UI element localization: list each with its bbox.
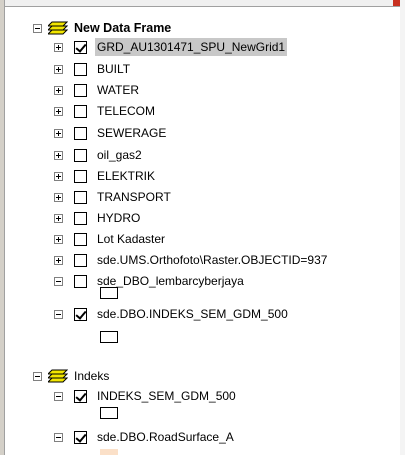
layer-visibility-checkbox[interactable] bbox=[74, 274, 87, 288]
layer-visibility-checkbox[interactable] bbox=[74, 104, 87, 118]
expand-plus-icon[interactable] bbox=[54, 128, 63, 138]
layer-label[interactable]: sde.DBO.RoadSurface_A bbox=[95, 428, 236, 446]
layer-visibility-checkbox[interactable] bbox=[74, 169, 87, 183]
layer-symbol-swatch[interactable] bbox=[100, 287, 118, 299]
data-frame-icon bbox=[48, 369, 68, 383]
layer-symbol-swatch[interactable] bbox=[100, 331, 118, 343]
layer-symbol-swatch[interactable] bbox=[100, 449, 118, 455]
layer-label[interactable]: sde.UMS.Orthofoto\Raster.OBJECTID=937 bbox=[95, 251, 329, 269]
layer-row-telecom[interactable]: TELECOM bbox=[54, 101, 157, 121]
layer-visibility-checkbox[interactable] bbox=[74, 430, 87, 444]
data-frame-new-data-frame[interactable]: New Data Frame bbox=[33, 18, 171, 38]
top-divider bbox=[0, 6, 405, 7]
layer-symbol-swatch[interactable] bbox=[100, 407, 118, 419]
layer-row-orthofoto[interactable]: sde.UMS.Orthofoto\Raster.OBJECTID=937 bbox=[54, 250, 329, 270]
layer-visibility-checkbox[interactable] bbox=[74, 307, 87, 321]
layer-visibility-checkbox[interactable] bbox=[74, 83, 87, 97]
data-frame-icon bbox=[48, 21, 68, 35]
data-frame-label[interactable]: New Data Frame bbox=[74, 21, 171, 35]
data-frame-label[interactable]: Indeks bbox=[74, 369, 109, 383]
layer-label[interactable]: oil_gas2 bbox=[95, 146, 144, 164]
layer-label[interactable]: Lot Kadaster bbox=[95, 230, 167, 248]
layer-label[interactable]: BUILT bbox=[95, 60, 132, 78]
layer-row-oil-gas2[interactable]: oil_gas2 bbox=[54, 145, 144, 165]
layer-row-lembarcyberjaya[interactable]: sde_DBO_lembarcyberjaya bbox=[54, 271, 246, 291]
layer-label[interactable]: TELECOM bbox=[95, 102, 157, 120]
expand-plus-icon[interactable] bbox=[54, 106, 63, 116]
layer-label[interactable]: HYDRO bbox=[95, 209, 142, 227]
layer-row-roadsurface[interactable]: sde.DBO.RoadSurface_A bbox=[54, 427, 236, 447]
layer-visibility-checkbox[interactable] bbox=[74, 232, 87, 246]
layer-label[interactable]: TRANSPORT bbox=[95, 188, 173, 206]
layer-visibility-checkbox[interactable] bbox=[74, 190, 87, 204]
layer-label[interactable]: SEWERAGE bbox=[95, 124, 168, 142]
expand-plus-icon[interactable] bbox=[54, 255, 63, 265]
layer-row-lot-kadaster[interactable]: Lot Kadaster bbox=[54, 229, 167, 249]
layer-visibility-checkbox[interactable] bbox=[74, 126, 87, 140]
expand-plus-icon[interactable] bbox=[54, 234, 63, 244]
expand-plus-icon[interactable] bbox=[54, 171, 63, 181]
layer-visibility-checkbox[interactable] bbox=[74, 389, 87, 403]
layer-visibility-checkbox[interactable] bbox=[74, 253, 87, 267]
layer-row-grd[interactable]: GRD_AU1301471_SPU_NewGrid1 bbox=[54, 37, 288, 57]
layer-visibility-checkbox[interactable] bbox=[74, 62, 87, 76]
layer-row-built[interactable]: BUILT bbox=[54, 59, 132, 79]
expand-plus-icon[interactable] bbox=[54, 213, 63, 223]
expand-plus-icon[interactable] bbox=[54, 64, 63, 74]
layer-label[interactable]: sde.DBO.INDEKS_SEM_GDM_500 bbox=[95, 305, 290, 323]
layer-visibility-checkbox[interactable] bbox=[74, 148, 87, 162]
left-frame-edge bbox=[4, 0, 5, 455]
layer-label[interactable]: WATER bbox=[95, 81, 141, 99]
collapse-minus-icon[interactable] bbox=[54, 309, 63, 319]
collapse-minus-icon[interactable] bbox=[54, 432, 63, 442]
expand-plus-icon[interactable] bbox=[54, 192, 63, 202]
collapse-minus-icon[interactable] bbox=[33, 371, 42, 381]
layer-row-hydro[interactable]: HYDRO bbox=[54, 208, 142, 228]
layer-row-elektrik[interactable]: ELEKTRIK bbox=[54, 166, 157, 186]
layer-visibility-checkbox[interactable] bbox=[74, 40, 87, 54]
collapse-minus-icon[interactable] bbox=[33, 23, 42, 33]
layer-row-indeks-sem-gdm[interactable]: sde.DBO.INDEKS_SEM_GDM_500 bbox=[54, 304, 290, 324]
expand-plus-icon[interactable] bbox=[54, 85, 63, 95]
collapse-minus-icon[interactable] bbox=[54, 276, 63, 286]
collapse-minus-icon[interactable] bbox=[54, 391, 63, 401]
expand-plus-icon[interactable] bbox=[54, 150, 63, 160]
layer-visibility-checkbox[interactable] bbox=[74, 211, 87, 225]
expand-plus-icon[interactable] bbox=[54, 42, 63, 52]
layer-row-water[interactable]: WATER bbox=[54, 80, 141, 100]
data-frame-indeks[interactable]: Indeks bbox=[33, 366, 109, 386]
right-scroll-gutter[interactable] bbox=[400, 0, 405, 455]
layer-row-transport[interactable]: TRANSPORT bbox=[54, 187, 173, 207]
layer-label[interactable]: INDEKS_SEM_GDM_500 bbox=[95, 387, 238, 405]
layer-row-sewerage[interactable]: SEWERAGE bbox=[54, 123, 168, 143]
layer-label[interactable]: ELEKTRIK bbox=[95, 167, 157, 185]
layer-label[interactable]: GRD_AU1301471_SPU_NewGrid1 bbox=[95, 38, 288, 56]
layer-row-indeks-sem-gdm-500[interactable]: INDEKS_SEM_GDM_500 bbox=[54, 386, 238, 406]
